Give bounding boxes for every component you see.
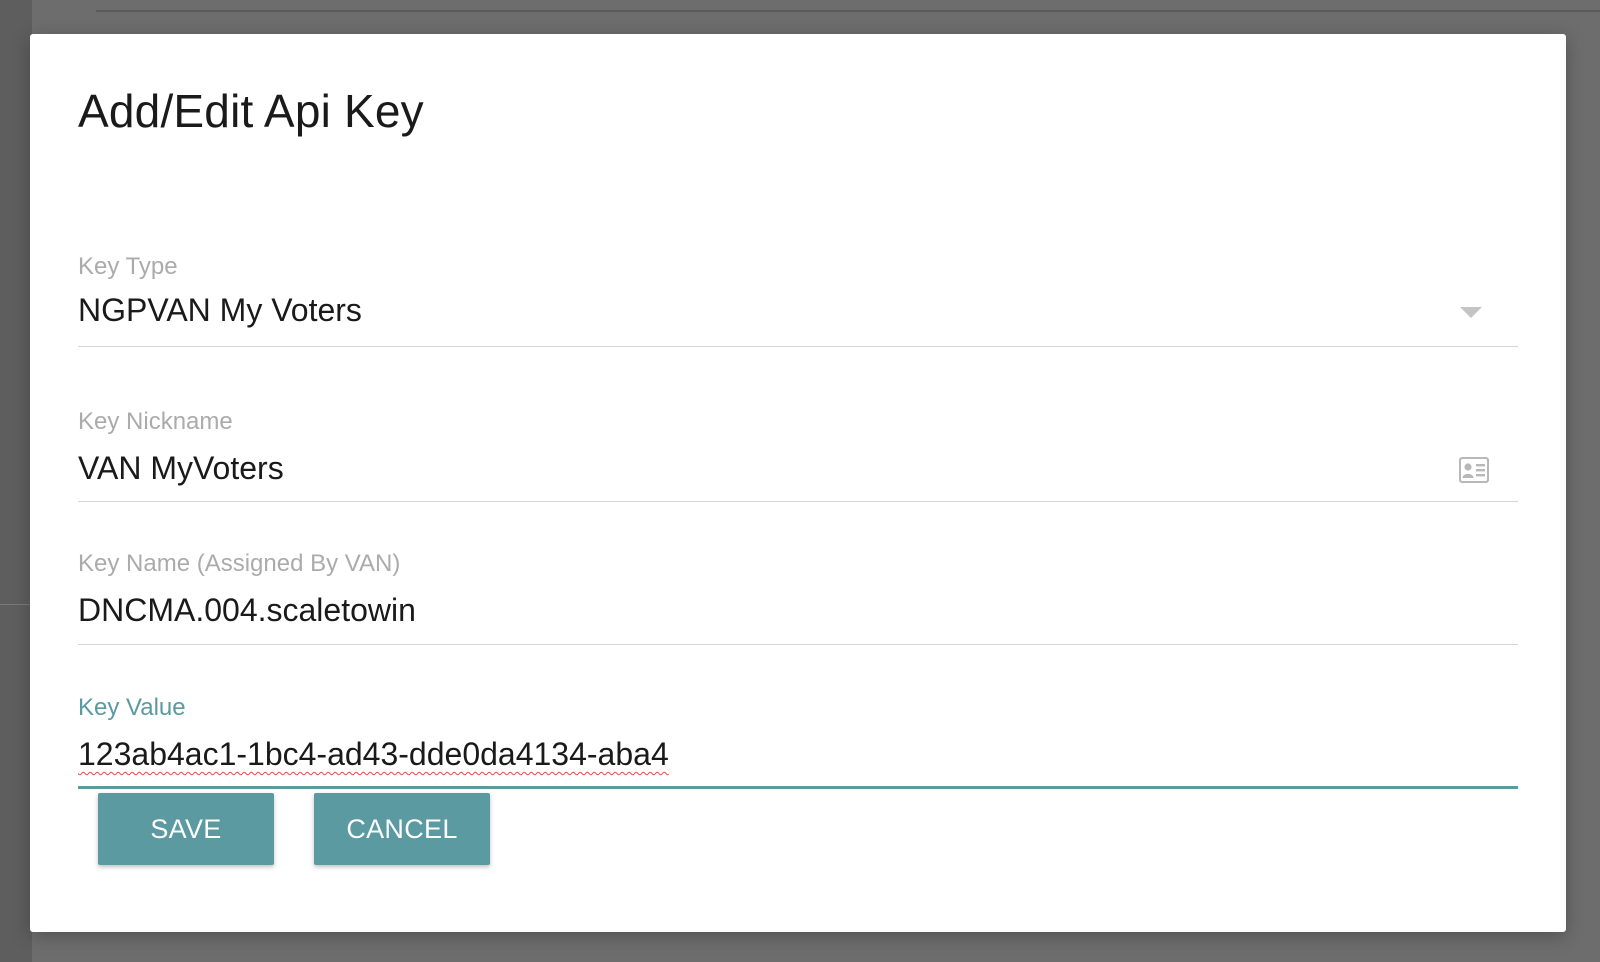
key-value-label: Key Value — [78, 694, 186, 721]
key-name-field[interactable]: Key Name (Assigned By VAN) DNCMA.004.sca… — [78, 544, 1518, 645]
save-button[interactable]: SAVE — [98, 793, 274, 865]
key-value-input[interactable]: 123ab4ac1-1bc4-ad43-dde0da4134-aba4 — [78, 736, 669, 773]
key-nickname-input[interactable]: VAN MyVoters — [78, 450, 284, 487]
key-name-label: Key Name (Assigned By VAN) — [78, 550, 401, 577]
key-type-value[interactable]: NGPVAN My Voters — [78, 292, 362, 329]
key-type-label: Key Type — [78, 253, 178, 280]
key-nickname-label: Key Nickname — [78, 408, 233, 435]
key-value-field[interactable]: Key Value 123ab4ac1-1bc4-ad43-dde0da4134… — [78, 688, 1518, 789]
background-divider — [0, 604, 32, 605]
field-underline — [78, 346, 1518, 347]
dialog-title: Add/Edit Api Key — [78, 85, 424, 137]
key-name-input[interactable]: DNCMA.004.scaletowin — [78, 592, 416, 629]
chevron-down-icon[interactable] — [1460, 307, 1482, 318]
contact-card-icon[interactable] — [1458, 456, 1490, 484]
background-sidebar — [0, 0, 32, 962]
key-type-select[interactable]: Key Type NGPVAN My Voters — [78, 249, 1518, 349]
cancel-button[interactable]: CANCEL — [314, 793, 490, 865]
field-underline — [78, 501, 1518, 502]
field-underline-focused — [78, 786, 1518, 789]
key-nickname-field[interactable]: Key Nickname VAN MyVoters — [78, 402, 1518, 502]
field-underline — [78, 644, 1518, 645]
background-divider — [96, 10, 1600, 12]
